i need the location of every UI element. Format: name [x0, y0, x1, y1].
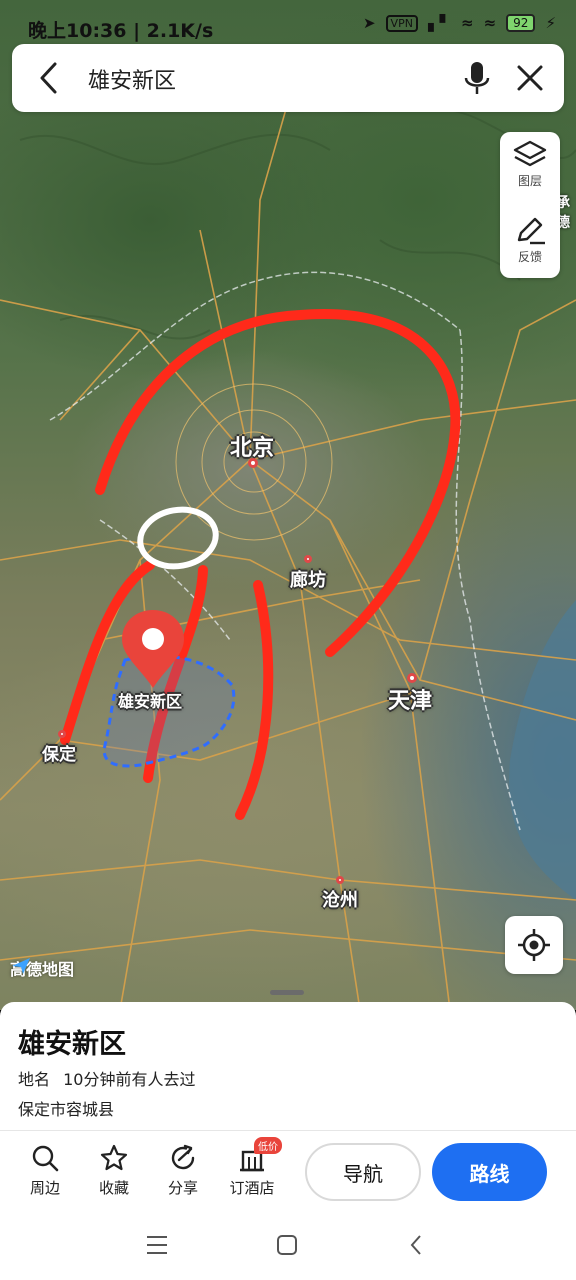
crosshair-icon — [518, 929, 550, 961]
hotel-badge: 低价 — [254, 1137, 282, 1154]
place-address: 保定市容城县 — [18, 1100, 115, 1119]
back-nav-icon[interactable] — [405, 1234, 429, 1260]
star-icon — [100, 1144, 128, 1171]
city-label-langfang[interactable]: 廊坊 — [290, 566, 326, 592]
place-detail-sheet: 雄安新区 地名 10分钟前有人去过 保定市容城县 周边 收藏 分享 低价 订酒店… — [0, 1002, 576, 1210]
favorite-label: 收藏 — [98, 1179, 129, 1197]
location-pin-icon[interactable] — [120, 608, 186, 690]
home-icon[interactable] — [275, 1234, 299, 1260]
search-query[interactable]: 雄安新区 — [88, 63, 176, 95]
vpn-badge: VPN — [385, 14, 418, 32]
map-tool-panel: 图层 反馈 — [500, 132, 560, 278]
feedback-button[interactable]: 反馈 — [500, 208, 560, 278]
feedback-label: 反馈 — [517, 250, 542, 264]
map-view[interactable]: 北京 廊坊 天津 雄安新区 保定 沧州 承德 高德地图 — [0, 0, 576, 1010]
sheet-drag-handle[interactable] — [270, 990, 304, 995]
system-nav-bar — [0, 1210, 576, 1280]
city-label-baoding[interactable]: 保定 — [42, 740, 76, 765]
search-bar[interactable]: 雄安新区 — [12, 44, 564, 112]
map-roads — [0, 59, 576, 1010]
charging-icon: ⚡ — [545, 14, 556, 32]
place-category: 地名 — [18, 1070, 51, 1089]
city-marker-baoding — [58, 730, 66, 738]
signal-icon: ▖▘ — [427, 14, 452, 32]
map-brand: 高德地图 — [10, 956, 74, 980]
microphone-icon[interactable] — [462, 58, 492, 98]
favorite-button[interactable]: 收藏 — [84, 1139, 144, 1198]
amap-logo-icon — [12, 958, 30, 974]
city-marker-langfang — [304, 555, 312, 563]
place-meta: 地名 10分钟前有人去过 — [18, 1066, 203, 1090]
navigate-button[interactable]: 导航 — [305, 1143, 421, 1201]
battery-indicator: 92 — [506, 14, 536, 32]
layers-icon — [513, 140, 547, 167]
search-icon — [32, 1145, 59, 1172]
wifi-secondary-icon: ≈ — [483, 14, 497, 32]
city-label-cangzhou[interactable]: 沧州 — [322, 886, 358, 912]
layers-button[interactable]: 图层 — [500, 132, 560, 202]
place-recent-visit: 10分钟前有人去过 — [63, 1070, 196, 1089]
share-button[interactable]: 分享 — [153, 1139, 213, 1198]
city-marker-tianjin — [407, 673, 417, 683]
action-bar: 周边 收藏 分享 低价 订酒店 导航 路线 — [0, 1131, 576, 1210]
back-icon[interactable] — [34, 60, 66, 96]
share-label: 分享 — [167, 1179, 198, 1197]
hotel-button[interactable]: 低价 订酒店 — [222, 1137, 282, 1198]
hotel-label: 订酒店 — [229, 1179, 275, 1197]
wifi-icon: ≈ — [461, 14, 474, 32]
location-arrow-icon: ➤ — [362, 14, 376, 32]
route-button[interactable]: 路线 — [432, 1143, 547, 1201]
nearby-button[interactable]: 周边 — [15, 1139, 75, 1198]
city-label-tianjin[interactable]: 天津 — [388, 683, 432, 715]
menu-icon[interactable] — [145, 1234, 169, 1260]
place-title: 雄安新区 — [18, 1029, 126, 1060]
status-time-speed: 晚上10:36 | 2.1K/s — [28, 20, 214, 42]
layers-label: 图层 — [517, 174, 542, 188]
nearby-label: 周边 — [29, 1179, 60, 1197]
status-bar: 晚上10:36 | 2.1K/s ➤ VPN ▖▘ ≈ ≈ 92 ⚡ — [0, 0, 576, 50]
city-label-xiongan[interactable]: 雄安新区 — [118, 688, 182, 712]
close-icon[interactable] — [512, 60, 548, 96]
city-marker-cangzhou — [336, 876, 344, 884]
share-icon — [171, 1144, 195, 1170]
edit-pen-icon — [517, 217, 545, 245]
city-marker-beijing — [248, 458, 258, 468]
locate-me-button[interactable] — [505, 916, 563, 974]
